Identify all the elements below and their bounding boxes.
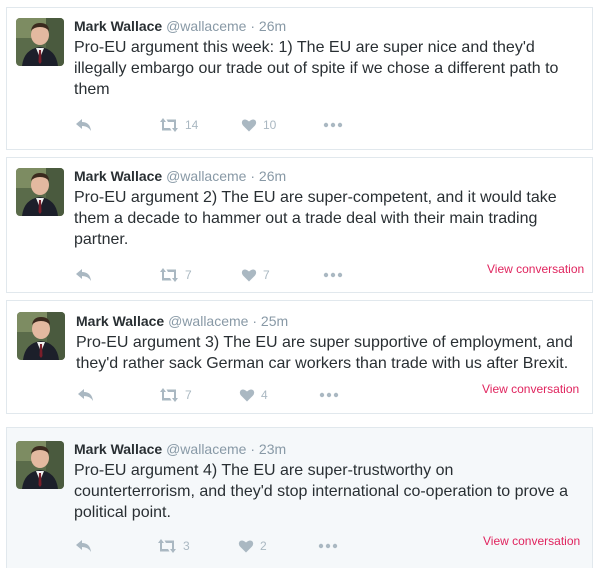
view-conversation-link[interactable]: View conversation — [487, 262, 584, 276]
retweet-icon — [160, 118, 178, 132]
more-icon — [323, 272, 343, 278]
tweet-text: Pro-EU argument 2) The EU are super-comp… — [74, 187, 557, 250]
tweet-card[interactable]: Mark Wallace @wallaceme · 23m Pro-EU arg… — [6, 427, 593, 568]
author-handle[interactable]: @wallaceme — [166, 441, 246, 457]
tweet-text: Pro-EU argument 4) The EU are super-trus… — [74, 460, 568, 523]
like-count: 7 — [263, 268, 270, 282]
heart-icon — [238, 540, 254, 553]
like-button[interactable]: 10 — [241, 117, 276, 133]
more-icon — [319, 392, 339, 398]
tweet-header: Mark Wallace @wallaceme · 26m — [74, 167, 286, 185]
tweet-text-line: partner. — [74, 231, 129, 248]
tweet-text-line: illegally embargo our trade out of spite… — [74, 60, 559, 77]
like-count: 2 — [260, 539, 267, 553]
avatar[interactable] — [16, 18, 64, 66]
separator-dot: · — [250, 441, 256, 457]
reply-button[interactable] — [75, 117, 93, 133]
more-button[interactable] — [318, 538, 338, 554]
timestamp[interactable]: 26m — [259, 168, 286, 184]
heart-icon — [241, 269, 257, 282]
retweet-button[interactable]: 7 — [159, 387, 192, 403]
retweet-icon — [158, 539, 176, 553]
author-handle[interactable]: @wallaceme — [166, 18, 246, 34]
reply-icon — [76, 269, 91, 281]
tweet-text-line: them a decade to hammer out a trade deal… — [74, 210, 538, 227]
author-name[interactable]: Mark Wallace — [76, 313, 164, 329]
timestamp[interactable]: 25m — [261, 313, 288, 329]
more-button[interactable] — [323, 267, 343, 283]
author-handle[interactable]: @wallaceme — [166, 168, 246, 184]
tweet-header: Mark Wallace @wallaceme · 25m — [76, 312, 288, 330]
more-button[interactable] — [323, 117, 343, 133]
author-handle[interactable]: @wallaceme — [168, 313, 248, 329]
retweet-count: 14 — [185, 118, 199, 132]
timestamp[interactable]: 23m — [259, 441, 286, 457]
more-icon — [323, 122, 343, 128]
tweet-header: Mark Wallace @wallaceme · 26m — [74, 17, 286, 35]
author-name[interactable]: Mark Wallace — [74, 18, 162, 34]
reply-icon — [78, 389, 93, 401]
reply-button[interactable] — [75, 267, 93, 283]
tweet-text-line: Pro-EU argument 4) The EU are super-trus… — [74, 462, 454, 479]
retweet-icon — [160, 388, 178, 402]
tweet-text-line: counterterrorism, and they'd stop intern… — [74, 483, 568, 500]
tweet-text-line: they'd rather sack German car workers th… — [76, 355, 569, 372]
tweet-card[interactable]: Mark Wallace @wallaceme · 26m Pro-EU arg… — [6, 157, 593, 293]
tweet-text: Pro-EU argument this week: 1) The EU are… — [74, 37, 558, 100]
author-name[interactable]: Mark Wallace — [74, 168, 162, 184]
tweet-header: Mark Wallace @wallaceme · 23m — [74, 440, 286, 458]
retweet-button[interactable]: 14 — [159, 117, 198, 133]
tweet-text-line: Pro-EU argument 3) The EU are super supp… — [76, 334, 573, 351]
separator-dot: · — [250, 18, 256, 34]
timestamp[interactable]: 26m — [259, 18, 286, 34]
heart-icon — [239, 389, 255, 402]
tweet-card[interactable]: Mark Wallace @wallaceme · 26m Pro-EU arg… — [6, 7, 593, 150]
avatar[interactable] — [16, 441, 64, 489]
tweet-card[interactable]: Mark Wallace @wallaceme · 25m Pro-EU arg… — [6, 300, 593, 414]
reply-button[interactable] — [77, 387, 95, 403]
view-conversation-link[interactable]: View conversation — [483, 534, 580, 548]
like-count: 10 — [263, 118, 277, 132]
retweet-count: 7 — [185, 388, 192, 402]
retweet-count: 7 — [185, 268, 192, 282]
tweet-text-line: political point. — [74, 504, 171, 521]
author-name[interactable]: Mark Wallace — [74, 441, 162, 457]
like-button[interactable]: 2 — [238, 538, 267, 554]
retweet-button[interactable]: 3 — [157, 538, 190, 554]
tweet-text: Pro-EU argument 3) The EU are super supp… — [76, 332, 573, 374]
more-icon — [318, 543, 338, 549]
reply-icon — [76, 119, 91, 131]
separator-dot: · — [252, 313, 258, 329]
avatar[interactable] — [16, 168, 64, 216]
avatar[interactable] — [17, 312, 65, 360]
tweet-actions: 14 10 — [75, 117, 375, 133]
tweet-text-line: them — [74, 81, 110, 98]
tweet-actions: 7 4 — [77, 387, 377, 403]
tweet-actions: 3 2 — [75, 538, 375, 554]
like-button[interactable]: 4 — [239, 387, 268, 403]
like-button[interactable]: 7 — [241, 267, 270, 283]
heart-icon — [241, 119, 257, 132]
tweet-text-line: Pro-EU argument 2) The EU are super-comp… — [74, 189, 557, 206]
view-conversation-link[interactable]: View conversation — [482, 382, 579, 396]
tweet-actions: 7 7 — [75, 267, 375, 283]
retweet-count: 3 — [183, 539, 190, 553]
retweet-icon — [160, 268, 178, 282]
reply-button[interactable] — [75, 538, 93, 554]
like-count: 4 — [261, 388, 268, 402]
reply-icon — [76, 540, 91, 552]
more-button[interactable] — [319, 387, 339, 403]
tweet-text-line: Pro-EU argument this week: 1) The EU are… — [74, 39, 535, 56]
retweet-button[interactable]: 7 — [159, 267, 192, 283]
separator-dot: · — [250, 168, 256, 184]
